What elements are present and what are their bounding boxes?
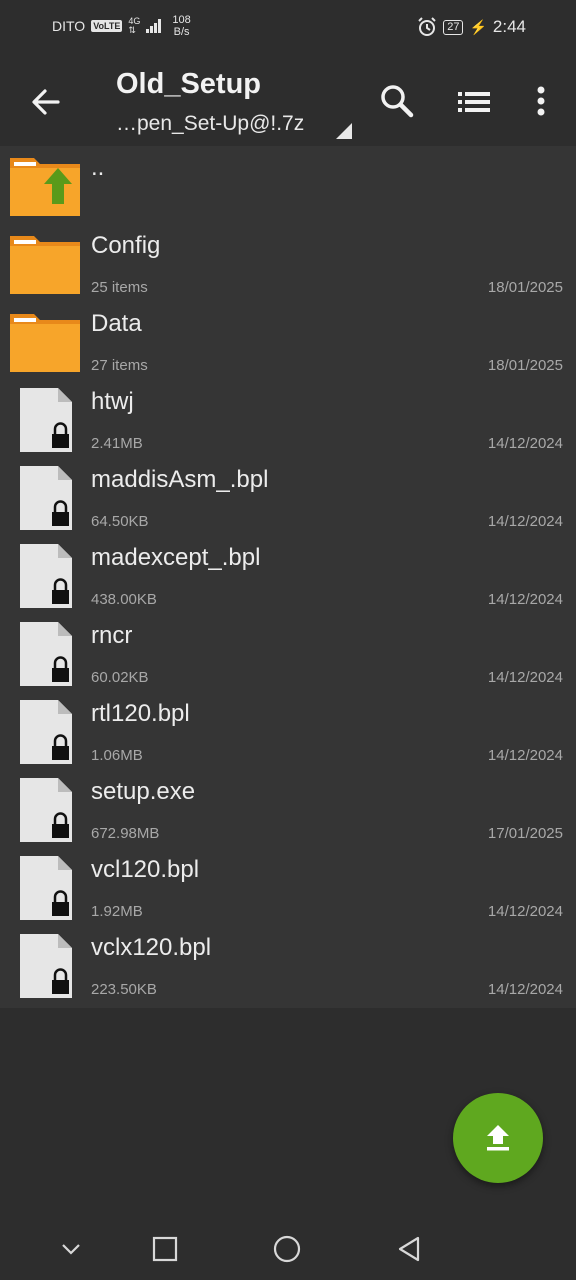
network-speed: 108 B/s [172,14,190,38]
item-name: rncr [91,622,133,649]
page-title: Old_Setup [116,68,262,100]
battery-indicator: 27 [443,19,464,35]
list-item-folder[interactable]: Data 27 items 18/01/2025 [0,302,576,380]
locked-file-icon [20,700,72,764]
status-right: 27 ⚡ 2:44 [417,17,526,37]
list-item-file[interactable]: rtl120.bpl 1.06MB 14/12/2024 [0,692,576,770]
item-name: Config [91,232,161,259]
locked-file-icon [20,388,72,452]
item-name: setup.exe [91,778,196,805]
volte-badge: VoLTE [91,20,123,32]
item-name: vcl120.bpl [91,856,200,883]
item-meta: 1.92MB [91,903,143,920]
locked-file-icon [20,622,72,686]
clock: 2:44 [492,17,526,36]
carrier-label: DITO [52,18,86,34]
data-arrows-icon: ⇅ [128,25,136,35]
item-meta: 64.50KB [91,513,149,530]
item-meta: 2.41MB [91,435,143,452]
locked-file-icon [20,934,72,998]
item-date: 18/01/2025 [487,279,563,296]
list-item-parent[interactable]: .. [0,146,576,224]
item-name: Data [91,310,142,337]
system-nav-bar [0,1216,576,1280]
list-item-file[interactable]: madexcept_.bpl 438.00KB 14/12/2024 [0,536,576,614]
item-meta: 25 items [91,279,148,296]
back-arrow-icon[interactable] [26,82,66,122]
charging-icon: ⚡ [469,18,487,35]
item-date: 14/12/2024 [487,513,563,530]
item-meta: 60.02KB [91,669,149,686]
item-date: 14/12/2024 [487,981,563,998]
list-item-file[interactable]: htwj 2.41MB 14/12/2024 [0,380,576,458]
network-indicator: 4G ⇅ [128,17,140,35]
item-name: htwj [91,388,134,415]
app-bar: Old_Setup …pen_Set-Up@!.7z [0,56,576,146]
back-triangle-icon[interactable] [394,1234,424,1264]
extract-fab-button[interactable] [453,1093,543,1183]
item-date: 14/12/2024 [487,669,563,686]
speed-unit: B/s [173,26,190,38]
recents-square-icon[interactable] [150,1234,180,1264]
list-item-file[interactable]: rncr 60.02KB 14/12/2024 [0,614,576,692]
item-meta: 438.00KB [91,591,157,608]
home-circle-icon[interactable] [272,1234,302,1264]
list-item-file[interactable]: setup.exe 672.98MB 17/01/2025 [0,770,576,848]
list-item-file[interactable]: vcl120.bpl 1.92MB 14/12/2024 [0,848,576,926]
item-meta: 672.98MB [91,825,160,842]
item-date: 17/01/2025 [487,825,563,842]
item-date: 14/12/2024 [487,747,563,764]
item-name: maddisAsm_.bpl [91,466,269,493]
list-item-file[interactable]: vclx120.bpl 223.50KB 14/12/2024 [0,926,576,1004]
list-item-folder[interactable]: Config 25 items 18/01/2025 [0,224,576,302]
item-name: vclx120.bpl [91,934,212,961]
item-date: 14/12/2024 [487,591,563,608]
item-name: .. [91,154,105,181]
folder-up-icon [10,158,80,216]
file-list: .. Config 25 items 18/01/2025 Data 27 it… [0,146,576,1008]
item-meta: 27 items [91,357,148,374]
item-date: 14/12/2024 [487,903,563,920]
locked-file-icon [20,856,72,920]
folder-icon [10,236,80,294]
item-meta: 1.06MB [91,747,143,764]
search-icon[interactable] [378,82,416,120]
item-date: 18/01/2025 [487,357,563,374]
locked-file-icon [20,778,72,842]
folder-icon [10,314,80,372]
item-date: 14/12/2024 [487,435,563,452]
list-item-file[interactable]: maddisAsm_.bpl 64.50KB 14/12/2024 [0,458,576,536]
locked-file-icon [20,466,72,530]
chevron-down-icon[interactable] [56,1234,86,1264]
alarm-icon [418,17,436,36]
signal-icon [146,19,162,33]
status-left: DITO VoLTE 4G ⇅ 108 B/s [52,14,191,38]
more-vert-icon[interactable] [526,82,556,122]
archive-path[interactable]: …pen_Set-Up@!.7z [116,112,304,136]
dropdown-corner-icon[interactable] [336,123,352,139]
list-view-icon[interactable] [456,84,492,120]
status-bar: DITO VoLTE 4G ⇅ 108 B/s 27 ⚡ 2:44 [0,0,576,56]
upload-icon [487,1125,509,1151]
item-name: madexcept_.bpl [91,544,261,571]
item-name: rtl120.bpl [91,700,190,727]
item-meta: 223.50KB [91,981,157,998]
speed-value: 108 [172,14,191,26]
locked-file-icon [20,544,72,608]
